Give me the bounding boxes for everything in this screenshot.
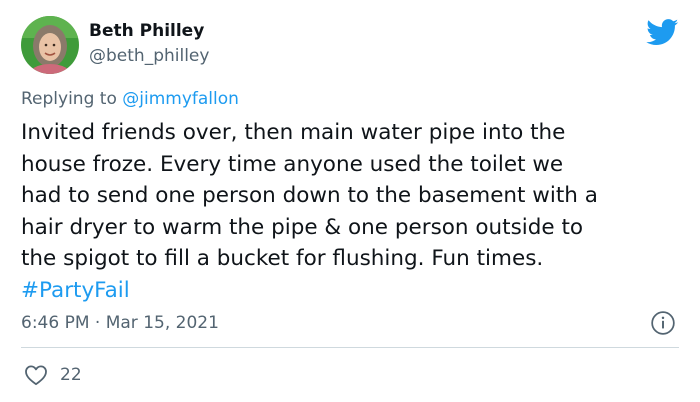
tweet-text-line: hair dryer to warm the pipe & one person… <box>21 214 584 240</box>
tweet-text-line: had to send one person down to the basem… <box>21 183 598 208</box>
replying-to-handle-link[interactable]: @jimmyfallon <box>122 89 239 109</box>
tweet-card: Beth Philley @beth_philley Replying to @… <box>0 0 700 402</box>
twitter-bird-icon[interactable] <box>646 19 679 46</box>
tweet-text-line: house froze. Every time anyone used the … <box>21 151 564 177</box>
avatar[interactable] <box>21 16 79 74</box>
divider <box>21 347 679 348</box>
author-handle[interactable]: @beth_philley <box>89 45 209 67</box>
like-count: 22 <box>60 365 82 385</box>
tweet-text: Invited friends over, then main water pi… <box>21 117 686 306</box>
heart-icon[interactable] <box>24 364 48 386</box>
replying-to-line: Replying to @jimmyfallon <box>21 88 239 110</box>
tweet-text-line: Invited friends over, then main water pi… <box>21 120 566 145</box>
hashtag-link[interactable]: #PartyFail <box>21 278 130 303</box>
info-icon[interactable] <box>650 310 676 336</box>
author-name[interactable]: Beth Philley <box>89 20 204 42</box>
avatar-image <box>21 16 79 74</box>
replying-to-prefix: Replying to <box>21 89 123 109</box>
tweet-text-line: the spigot to fill a bucket for flushing… <box>21 246 544 271</box>
tweet-timestamp[interactable]: 6:46 PM · Mar 15, 2021 <box>21 312 219 334</box>
